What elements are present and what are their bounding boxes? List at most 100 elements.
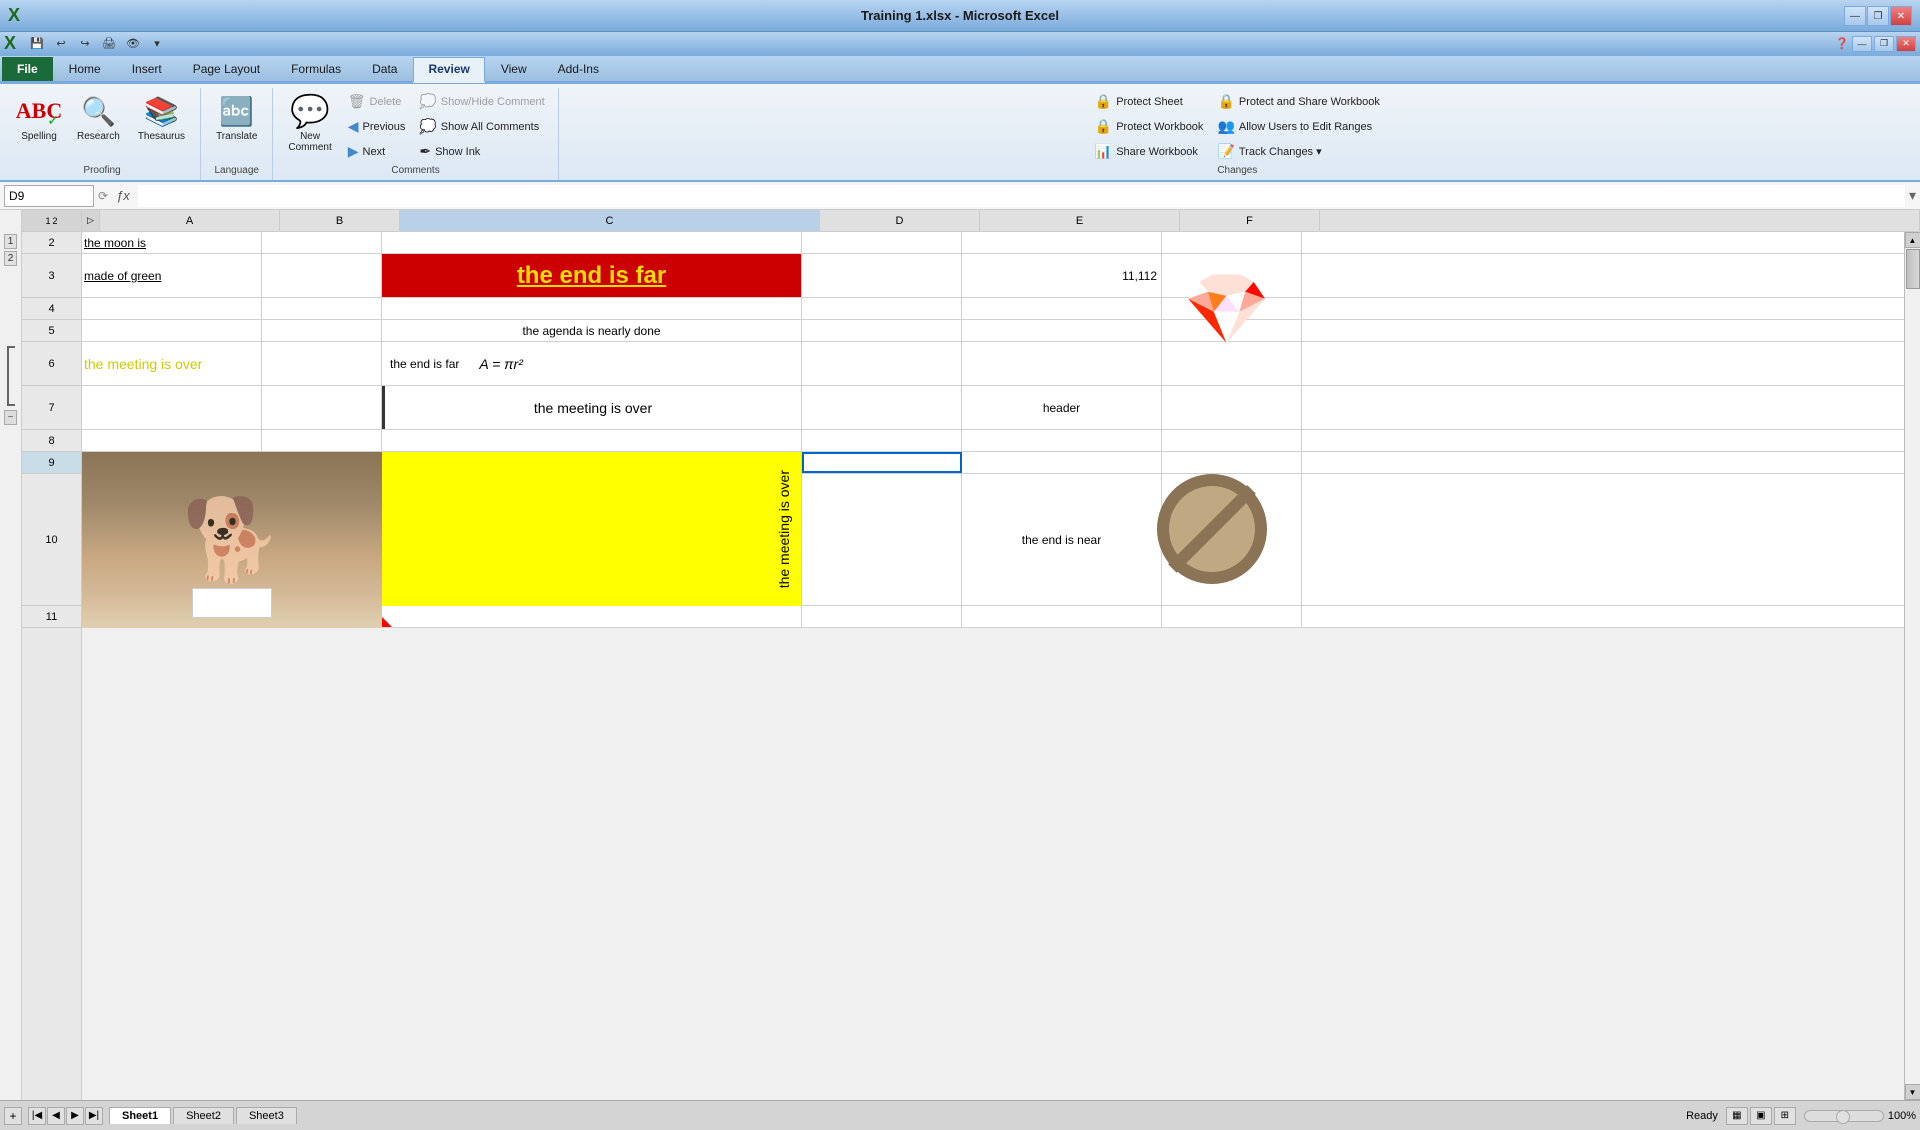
tab-data[interactable]: Data	[357, 57, 412, 81]
thesaurus-button[interactable]: 📚 Thesaurus	[131, 90, 192, 145]
cell-f7[interactable]	[1162, 386, 1302, 429]
print-preview-qat-button[interactable]: 👁	[122, 34, 144, 54]
minimize-ribbon-button[interactable]: —	[1852, 36, 1872, 52]
page-layout-view-button[interactable]: ▣	[1750, 1107, 1772, 1125]
cell-a6[interactable]: the meeting is over	[82, 342, 262, 385]
row-num-7[interactable]: 7	[22, 386, 81, 430]
cell-b2[interactable]	[262, 232, 382, 253]
track-changes-button[interactable]: 📝 Track Changes ▾	[1212, 140, 1384, 163]
cell-e8[interactable]	[962, 430, 1162, 451]
cell-d10[interactable]	[802, 474, 962, 605]
minimize-button[interactable]: —	[1844, 6, 1866, 26]
formula-input[interactable]	[138, 185, 1905, 207]
scroll-track[interactable]	[1905, 248, 1920, 1084]
cell-c9[interactable]: the meeting is over	[382, 452, 802, 473]
cell-e10[interactable]: the end is near	[962, 474, 1162, 605]
cell-d3[interactable]	[802, 254, 962, 297]
cell-b5[interactable]	[262, 320, 382, 341]
col-header-e[interactable]: E	[980, 210, 1180, 231]
cell-e7[interactable]: header	[962, 386, 1162, 429]
col-header-b[interactable]: B	[280, 210, 400, 231]
cell-c7[interactable]: the meeting is over	[382, 386, 802, 429]
cell-c3[interactable]: the end is far	[382, 254, 802, 297]
cell-d9[interactable]	[802, 452, 962, 473]
cell-d11[interactable]	[802, 606, 962, 627]
next-button[interactable]: ▶ Next	[343, 140, 411, 163]
close-ribbon-button[interactable]: ✕	[1896, 36, 1916, 52]
cell-c8[interactable]	[382, 430, 802, 451]
page-break-view-button[interactable]: ⊞	[1774, 1107, 1796, 1125]
cell-d8[interactable]	[802, 430, 962, 451]
tab-addins[interactable]: Add-Ins	[543, 57, 614, 81]
col-header-a[interactable]: A	[100, 210, 280, 231]
row-num-4[interactable]: 4	[22, 298, 81, 320]
allow-users-button[interactable]: 👥 Allow Users to Edit Ranges	[1212, 115, 1384, 138]
scroll-down-button[interactable]: ▼	[1905, 1084, 1920, 1100]
insert-sheet-button[interactable]: +	[4, 1107, 22, 1125]
cell-c11[interactable]	[382, 606, 802, 627]
help-icon[interactable]: ❓	[1834, 36, 1850, 52]
normal-view-button[interactable]: ▦	[1726, 1107, 1748, 1125]
cell-d7[interactable]	[802, 386, 962, 429]
prev-sheet-button[interactable]: ◀	[47, 1107, 65, 1125]
qat-dropdown[interactable]: ▾	[146, 34, 168, 54]
undo-qat-button[interactable]: ↩	[50, 34, 72, 54]
vertical-scrollbar[interactable]: ▲ ▼	[1904, 232, 1920, 1100]
col-header-c[interactable]: C	[400, 210, 820, 231]
tab-insert[interactable]: Insert	[117, 57, 177, 81]
new-comment-button[interactable]: 💬 NewComment	[281, 90, 338, 156]
save-qat-button[interactable]: 💾	[26, 34, 48, 54]
next-sheet-button[interactable]: ▶	[66, 1107, 84, 1125]
select-all-button[interactable]: ▷	[82, 210, 100, 231]
row-num-11[interactable]: 11	[22, 606, 81, 628]
cell-e6[interactable]	[962, 342, 1162, 385]
redo-qat-button[interactable]: ↪	[74, 34, 96, 54]
outline-minus[interactable]: −	[4, 410, 18, 425]
cell-a4[interactable]	[82, 298, 262, 319]
cell-a2[interactable]: the moon is	[82, 232, 262, 253]
cell-c6[interactable]: the end is far A = πr²	[382, 342, 802, 385]
row-num-3[interactable]: 3	[22, 254, 81, 298]
show-all-comments-button[interactable]: 💭 Show All Comments	[414, 115, 549, 138]
cell-a8[interactable]	[82, 430, 262, 451]
col-header-f[interactable]: F	[1180, 210, 1320, 231]
restore-button[interactable]: ❐	[1867, 6, 1889, 26]
protect-sheet-button[interactable]: 🔒 Protect Sheet	[1090, 90, 1209, 113]
sheet-tab-3[interactable]: Sheet3	[236, 1107, 297, 1124]
protect-workbook-button[interactable]: 🔒 Protect Workbook	[1090, 115, 1209, 138]
cell-e11[interactable]	[962, 606, 1162, 627]
scroll-up-button[interactable]: ▲	[1905, 232, 1920, 248]
cell-f9[interactable]	[1162, 452, 1302, 473]
cell-e4[interactable]	[962, 298, 1162, 319]
previous-button[interactable]: ◀ Previous	[343, 115, 411, 138]
cell-b6[interactable]	[262, 342, 382, 385]
zoom-slider[interactable]	[1804, 1110, 1884, 1122]
tab-file[interactable]: File	[2, 57, 53, 81]
tab-view[interactable]: View	[486, 57, 542, 81]
show-ink-button[interactable]: ✒ Show Ink	[414, 140, 549, 163]
name-box[interactable]: D9	[4, 185, 94, 207]
row-num-5[interactable]: 5	[22, 320, 81, 342]
scroll-thumb[interactable]	[1906, 249, 1920, 289]
outline-level-1[interactable]: 1	[4, 234, 18, 249]
print-qat-button[interactable]: 🖨	[98, 34, 120, 54]
first-sheet-button[interactable]: |◀	[28, 1107, 46, 1125]
last-sheet-button[interactable]: ▶|	[85, 1107, 103, 1125]
outline-level-2[interactable]: 2	[4, 251, 18, 266]
cell-e9[interactable]	[962, 452, 1162, 473]
spelling-button[interactable]: ABC ✓ Spelling	[12, 90, 66, 145]
share-workbook-button[interactable]: 📊 Share Workbook	[1090, 140, 1209, 163]
research-button[interactable]: 🔍 Research	[70, 90, 127, 145]
row-num-2[interactable]: 2	[22, 232, 81, 254]
cell-d5[interactable]	[802, 320, 962, 341]
restore-ribbon-button[interactable]: ❐	[1874, 36, 1894, 52]
cell-e2[interactable]	[962, 232, 1162, 253]
sheet-tab-1[interactable]: Sheet1	[109, 1107, 171, 1124]
cell-d6[interactable]	[802, 342, 962, 385]
protect-share-button[interactable]: 🔒 Protect and Share Workbook	[1212, 90, 1384, 113]
cell-d2[interactable]	[802, 232, 962, 253]
cell-a9[interactable]: 🐕	[82, 452, 262, 473]
formula-expand-button[interactable]: ▾	[1909, 187, 1916, 204]
tab-formulas[interactable]: Formulas	[276, 57, 356, 81]
cell-f11[interactable]	[1162, 606, 1302, 627]
